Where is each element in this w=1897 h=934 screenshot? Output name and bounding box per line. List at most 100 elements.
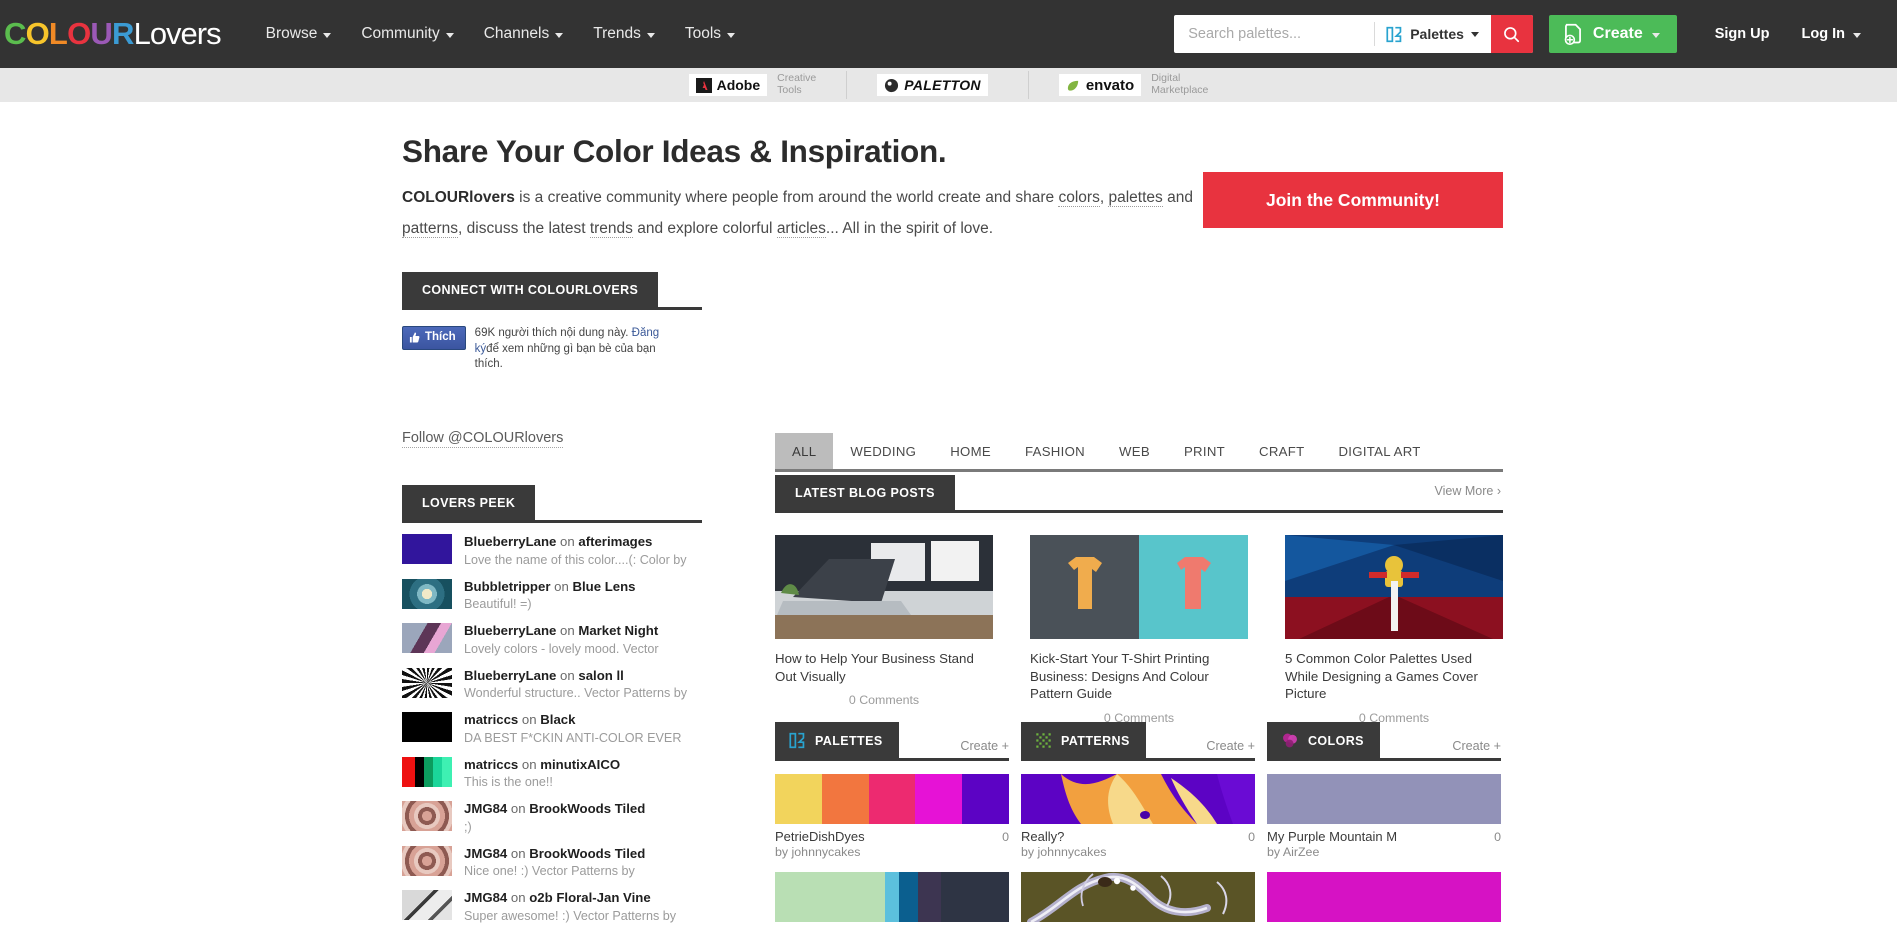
create-patterns-link[interactable]: Create + xyxy=(1206,739,1255,758)
peek-username[interactable]: BlueberryLane xyxy=(464,623,556,638)
patterns-item[interactable]: Really? 0 by johnnycakes xyxy=(1021,774,1255,859)
tab-craft[interactable]: CRAFT xyxy=(1242,433,1321,469)
site-logo[interactable]: COLOURLovers xyxy=(4,16,222,52)
blog-post-card[interactable]: 5 Common Color Palettes Used While Desig… xyxy=(1285,535,1503,725)
peek-username[interactable]: Bubbletripper xyxy=(464,579,550,594)
palette-swatch xyxy=(941,872,1009,922)
list-item[interactable]: JMG84 on o2b Floral-Jan Vine Super awesom… xyxy=(402,890,702,924)
blog-thumbnail[interactable] xyxy=(1030,535,1248,639)
sponsor-adobe[interactable]: Adobe Creative Tools xyxy=(659,71,848,99)
search-type-selector[interactable]: Palettes xyxy=(1374,22,1491,46)
palette-swatch-bar[interactable] xyxy=(775,872,1009,922)
blog-thumbnail[interactable] xyxy=(1285,535,1503,639)
peek-target[interactable]: BrookWoods Tiled xyxy=(529,846,645,861)
palette-swatch-bar[interactable] xyxy=(775,774,1009,824)
menu-item-channels[interactable]: Channels xyxy=(469,17,579,51)
peek-target[interactable]: Blue Lens xyxy=(572,579,635,594)
view-more-link[interactable]: View More › xyxy=(1435,484,1503,502)
tab-all[interactable]: ALL xyxy=(775,433,834,469)
color-swatch[interactable] xyxy=(1267,774,1501,824)
facebook-like-button[interactable]: Thích xyxy=(402,326,466,350)
color-swatch[interactable] xyxy=(1267,872,1501,922)
search-button[interactable] xyxy=(1490,15,1533,53)
chevron-down-icon xyxy=(445,32,454,38)
peek-username[interactable]: JMG84 xyxy=(464,890,507,905)
blog-post-title[interactable]: How to Help Your Business Stand Out Visu… xyxy=(775,650,993,685)
link-articles[interactable]: articles xyxy=(776,220,826,238)
item-name[interactable]: Really? xyxy=(1021,829,1064,844)
peek-target[interactable]: BrookWoods Tiled xyxy=(529,801,645,816)
menu-item-trends[interactable]: Trends xyxy=(578,17,670,51)
palettes-item[interactable] xyxy=(775,872,1009,922)
list-item[interactable]: JMG84 on BrookWoods Tiled Nice one! :) Ve… xyxy=(402,845,702,880)
patterns-item[interactable] xyxy=(1021,872,1255,922)
peek-on-text: on xyxy=(556,534,579,549)
link-patterns[interactable]: patterns xyxy=(402,220,459,238)
tab-home[interactable]: HOME xyxy=(933,433,1008,469)
item-author[interactable]: by AirZee xyxy=(1267,845,1501,859)
peek-username[interactable]: BlueberryLane xyxy=(464,534,556,549)
signup-label: Sign Up xyxy=(1714,26,1770,42)
palettes-item[interactable]: PetrieDishDyes 0 by johnnycakes xyxy=(775,774,1009,859)
item-name[interactable]: My Purple Mountain M xyxy=(1267,829,1397,844)
peek-username[interactable]: matriccs xyxy=(464,712,518,727)
peek-username[interactable]: JMG84 xyxy=(464,801,507,816)
peek-title: JMG84 on BrookWoods Tiled xyxy=(464,846,645,863)
link-trends[interactable]: trends xyxy=(589,220,633,238)
peek-target[interactable]: o2b Floral-Jan Vine xyxy=(529,890,650,905)
tab-web[interactable]: WEB xyxy=(1102,433,1167,469)
link-colors[interactable]: colors xyxy=(1058,189,1100,207)
follow-twitter-link[interactable]: Follow @COLOURlovers xyxy=(402,430,564,448)
list-item[interactable]: BlueberryLane on salon ll Wonderful struc… xyxy=(402,667,702,702)
blog-grid: How to Help Your Business Stand Out Visu… xyxy=(775,535,1503,725)
join-community-button[interactable]: Join the Community! xyxy=(1203,172,1503,228)
peek-target[interactable]: afterimages xyxy=(578,534,652,549)
signup-button[interactable]: Sign Up xyxy=(1699,26,1786,42)
list-item[interactable]: JMG84 on BrookWoods Tiled;) xyxy=(402,801,702,835)
peek-target[interactable]: Market Night xyxy=(578,623,658,638)
peek-target[interactable]: salon ll xyxy=(578,668,623,683)
tab-print[interactable]: PRINT xyxy=(1167,433,1242,469)
sponsor-paletton[interactable]: PALETTON xyxy=(847,71,1029,99)
pattern-thumbnail[interactable] xyxy=(1021,774,1255,824)
list-item[interactable]: Bubbletripper on Blue Lens Beautiful! =) xyxy=(402,578,702,613)
peek-target[interactable]: minutixAICO xyxy=(540,757,620,772)
pattern-thumbnail[interactable] xyxy=(1021,872,1255,922)
blog-post-title[interactable]: 5 Common Color Palettes Used While Desig… xyxy=(1285,650,1503,703)
item-author[interactable]: by johnnycakes xyxy=(775,845,1009,859)
list-item[interactable]: matriccs on Black DA BEST F*CKIN ANTI-COL… xyxy=(402,712,702,746)
tab-fashion[interactable]: FASHION xyxy=(1008,433,1102,469)
menu-item-browse[interactable]: Browse xyxy=(251,17,347,51)
menu-item-tools[interactable]: Tools xyxy=(670,17,750,51)
hero-brand-name: COLOURlovers xyxy=(402,189,515,206)
item-name[interactable]: PetrieDishDyes xyxy=(775,829,865,844)
search-input[interactable] xyxy=(1174,15,1375,53)
menu-item-community[interactable]: Community xyxy=(346,17,468,51)
create-button[interactable]: Create xyxy=(1548,15,1677,53)
peek-target[interactable]: Black xyxy=(540,712,575,727)
sponsor-envato[interactable]: envato Digital Marketplace xyxy=(1029,71,1239,99)
list-item[interactable]: BlueberryLane on Market Night Lovely colo… xyxy=(402,623,702,657)
colors-header-label: COLORS xyxy=(1308,733,1364,748)
blog-post-title[interactable]: Kick-Start Your T-Shirt Printing Busines… xyxy=(1030,650,1248,703)
link-palettes[interactable]: palettes xyxy=(1108,189,1163,207)
colors-item[interactable] xyxy=(1267,872,1501,922)
peek-username[interactable]: JMG84 xyxy=(464,846,507,861)
blog-thumbnail[interactable] xyxy=(775,535,993,639)
colors-item[interactable]: My Purple Mountain M 0 by AirZee xyxy=(1267,774,1501,859)
list-item[interactable]: matriccs on minutixAICO This is the one!! xyxy=(402,756,702,791)
blog-post-card[interactable]: How to Help Your Business Stand Out Visu… xyxy=(775,535,993,725)
peek-comment: Wonderful structure.. Vector Patterns by xyxy=(464,686,688,700)
peek-body: BlueberryLane on afterimages Love the nam… xyxy=(464,534,687,568)
tab-wedding[interactable]: WEDDING xyxy=(833,433,933,469)
peek-title: Bubbletripper on Blue Lens xyxy=(464,579,635,596)
tab-digital-art[interactable]: DIGITAL ART xyxy=(1321,433,1437,469)
peek-username[interactable]: matriccs xyxy=(464,757,518,772)
create-colors-link[interactable]: Create + xyxy=(1452,739,1501,758)
blog-post-card[interactable]: Kick-Start Your T-Shirt Printing Busines… xyxy=(1030,535,1248,725)
peek-username[interactable]: BlueberryLane xyxy=(464,668,556,683)
list-item[interactable]: BlueberryLane on afterimages Love the nam… xyxy=(402,534,702,568)
item-author[interactable]: by johnnycakes xyxy=(1021,845,1255,859)
create-palettes-link[interactable]: Create + xyxy=(960,739,1009,758)
login-button[interactable]: Log In xyxy=(1786,26,1878,42)
